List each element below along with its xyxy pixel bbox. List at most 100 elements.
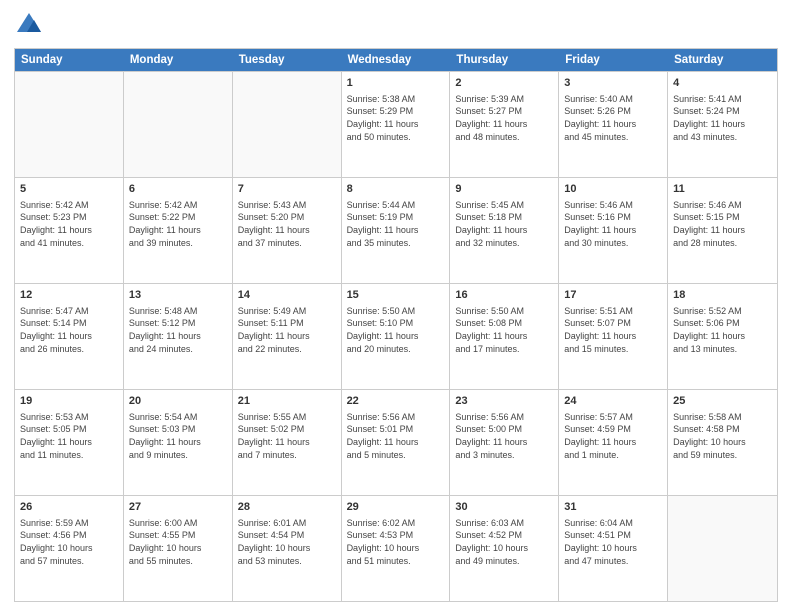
calendar-cell	[233, 72, 342, 177]
calendar-cell	[668, 496, 777, 601]
calendar-cell	[15, 72, 124, 177]
day-number: 3	[564, 76, 662, 91]
cell-info: Sunrise: 5:54 AM Sunset: 5:03 PM Dayligh…	[129, 411, 227, 461]
header-day: Friday	[559, 49, 668, 71]
cell-info: Sunrise: 5:44 AM Sunset: 5:19 PM Dayligh…	[347, 199, 445, 249]
calendar-week: 12Sunrise: 5:47 AM Sunset: 5:14 PM Dayli…	[15, 283, 777, 389]
header-day: Wednesday	[342, 49, 451, 71]
calendar-week: 5 Sunrise: 5:42 AM Sunset: 5:23 PM Daylig…	[15, 177, 777, 283]
day-number: 31	[564, 500, 662, 515]
calendar-cell: 4 Sunrise: 5:41 AM Sunset: 5:24 PM Daylig…	[668, 72, 777, 177]
calendar-cell: 15 Sunrise: 5:50 AM Sunset: 5:10 PM Dayli…	[342, 284, 451, 389]
calendar-cell: 22Sunrise: 5:56 AM Sunset: 5:01 PM Dayli…	[342, 390, 451, 495]
calendar-cell: 6 Sunrise: 5:42 AM Sunset: 5:22 PM Daylig…	[124, 178, 233, 283]
day-number: 8	[347, 182, 445, 197]
calendar-body: 1Sunrise: 5:38 AM Sunset: 5:29 PM Daylig…	[15, 71, 777, 601]
header	[14, 10, 778, 40]
day-number: 11	[673, 182, 772, 197]
cell-info: Sunrise: 5:42 AM Sunset: 5:22 PM Dayligh…	[129, 199, 227, 249]
calendar-cell: 24 Sunrise: 5:57 AM Sunset: 4:59 PM Dayli…	[559, 390, 668, 495]
cell-info: Sunrise: 5:48 AM Sunset: 5:12 PM Dayligh…	[129, 305, 227, 355]
day-number: 4	[673, 76, 772, 91]
calendar-cell: 25 Sunrise: 5:58 AM Sunset: 4:58 PM Dayli…	[668, 390, 777, 495]
day-number: 7	[238, 182, 336, 197]
day-number: 18	[673, 288, 772, 303]
cell-info: Sunrise: 5:50 AM Sunset: 5:08 PM Dayligh…	[455, 305, 553, 355]
logo	[14, 10, 48, 40]
header-day: Saturday	[668, 49, 777, 71]
cell-info: Sunrise: 5:52 AM Sunset: 5:06 PM Dayligh…	[673, 305, 772, 355]
cell-info: Sunrise: 5:53 AM Sunset: 5:05 PM Dayligh…	[20, 411, 118, 461]
calendar-cell: 21Sunrise: 5:55 AM Sunset: 5:02 PM Dayli…	[233, 390, 342, 495]
calendar-cell: 1Sunrise: 5:38 AM Sunset: 5:29 PM Daylig…	[342, 72, 451, 177]
day-number: 30	[455, 500, 553, 515]
day-number: 1	[347, 76, 445, 91]
calendar-cell: 3 Sunrise: 5:40 AM Sunset: 5:26 PM Daylig…	[559, 72, 668, 177]
calendar-header: SundayMondayTuesdayWednesdayThursdayFrid…	[15, 49, 777, 71]
cell-info: Sunrise: 6:04 AM Sunset: 4:51 PM Dayligh…	[564, 517, 662, 567]
cell-info: Sunrise: 6:02 AM Sunset: 4:53 PM Dayligh…	[347, 517, 445, 567]
day-number: 22	[347, 394, 445, 409]
day-number: 2	[455, 76, 553, 91]
day-number: 28	[238, 500, 336, 515]
calendar-cell: 7 Sunrise: 5:43 AM Sunset: 5:20 PM Daylig…	[233, 178, 342, 283]
calendar-cell: 16 Sunrise: 5:50 AM Sunset: 5:08 PM Dayli…	[450, 284, 559, 389]
cell-info: Sunrise: 5:50 AM Sunset: 5:10 PM Dayligh…	[347, 305, 445, 355]
day-number: 24	[564, 394, 662, 409]
calendar-cell: 2 Sunrise: 5:39 AM Sunset: 5:27 PM Daylig…	[450, 72, 559, 177]
day-number: 5	[20, 182, 118, 197]
calendar-cell: 30 Sunrise: 6:03 AM Sunset: 4:52 PM Dayli…	[450, 496, 559, 601]
day-number: 20	[129, 394, 227, 409]
cell-info: Sunrise: 6:00 AM Sunset: 4:55 PM Dayligh…	[129, 517, 227, 567]
day-number: 10	[564, 182, 662, 197]
header-day: Thursday	[450, 49, 559, 71]
day-number: 14	[238, 288, 336, 303]
calendar-cell: 13 Sunrise: 5:48 AM Sunset: 5:12 PM Dayli…	[124, 284, 233, 389]
cell-info: Sunrise: 5:42 AM Sunset: 5:23 PM Dayligh…	[20, 199, 118, 249]
calendar-cell: 29 Sunrise: 6:02 AM Sunset: 4:53 PM Dayli…	[342, 496, 451, 601]
day-number: 27	[129, 500, 227, 515]
calendar-cell: 10Sunrise: 5:46 AM Sunset: 5:16 PM Dayli…	[559, 178, 668, 283]
calendar-cell: 17 Sunrise: 5:51 AM Sunset: 5:07 PM Dayli…	[559, 284, 668, 389]
cell-info: Sunrise: 5:49 AM Sunset: 5:11 PM Dayligh…	[238, 305, 336, 355]
day-number: 25	[673, 394, 772, 409]
calendar-cell: 20 Sunrise: 5:54 AM Sunset: 5:03 PM Dayli…	[124, 390, 233, 495]
cell-info: Sunrise: 6:03 AM Sunset: 4:52 PM Dayligh…	[455, 517, 553, 567]
cell-info: Sunrise: 5:45 AM Sunset: 5:18 PM Dayligh…	[455, 199, 553, 249]
cell-info: Sunrise: 6:01 AM Sunset: 4:54 PM Dayligh…	[238, 517, 336, 567]
calendar-cell	[124, 72, 233, 177]
day-number: 15	[347, 288, 445, 303]
day-number: 16	[455, 288, 553, 303]
cell-info: Sunrise: 5:43 AM Sunset: 5:20 PM Dayligh…	[238, 199, 336, 249]
cell-info: Sunrise: 5:59 AM Sunset: 4:56 PM Dayligh…	[20, 517, 118, 567]
day-number: 29	[347, 500, 445, 515]
cell-info: Sunrise: 5:51 AM Sunset: 5:07 PM Dayligh…	[564, 305, 662, 355]
day-number: 12	[20, 288, 118, 303]
calendar-cell: 5 Sunrise: 5:42 AM Sunset: 5:23 PM Daylig…	[15, 178, 124, 283]
logo-icon	[14, 10, 44, 40]
cell-info: Sunrise: 5:39 AM Sunset: 5:27 PM Dayligh…	[455, 93, 553, 143]
day-number: 26	[20, 500, 118, 515]
day-number: 23	[455, 394, 553, 409]
day-number: 6	[129, 182, 227, 197]
cell-info: Sunrise: 5:58 AM Sunset: 4:58 PM Dayligh…	[673, 411, 772, 461]
calendar-cell: 8 Sunrise: 5:44 AM Sunset: 5:19 PM Daylig…	[342, 178, 451, 283]
cell-info: Sunrise: 5:57 AM Sunset: 4:59 PM Dayligh…	[564, 411, 662, 461]
calendar-cell: 11 Sunrise: 5:46 AM Sunset: 5:15 PM Dayli…	[668, 178, 777, 283]
header-day: Tuesday	[233, 49, 342, 71]
calendar-cell: 31 Sunrise: 6:04 AM Sunset: 4:51 PM Dayli…	[559, 496, 668, 601]
header-day: Monday	[124, 49, 233, 71]
calendar-cell: 23 Sunrise: 5:56 AM Sunset: 5:00 PM Dayli…	[450, 390, 559, 495]
calendar-cell: 18 Sunrise: 5:52 AM Sunset: 5:06 PM Dayli…	[668, 284, 777, 389]
day-number: 21	[238, 394, 336, 409]
calendar-week: 19Sunrise: 5:53 AM Sunset: 5:05 PM Dayli…	[15, 389, 777, 495]
calendar-cell: 26 Sunrise: 5:59 AM Sunset: 4:56 PM Dayli…	[15, 496, 124, 601]
cell-info: Sunrise: 5:41 AM Sunset: 5:24 PM Dayligh…	[673, 93, 772, 143]
cell-info: Sunrise: 5:40 AM Sunset: 5:26 PM Dayligh…	[564, 93, 662, 143]
calendar-cell: 27 Sunrise: 6:00 AM Sunset: 4:55 PM Dayli…	[124, 496, 233, 601]
cell-info: Sunrise: 5:56 AM Sunset: 5:00 PM Dayligh…	[455, 411, 553, 461]
day-number: 17	[564, 288, 662, 303]
day-number: 13	[129, 288, 227, 303]
calendar-week: 1Sunrise: 5:38 AM Sunset: 5:29 PM Daylig…	[15, 71, 777, 177]
cell-info: Sunrise: 5:46 AM Sunset: 5:15 PM Dayligh…	[673, 199, 772, 249]
